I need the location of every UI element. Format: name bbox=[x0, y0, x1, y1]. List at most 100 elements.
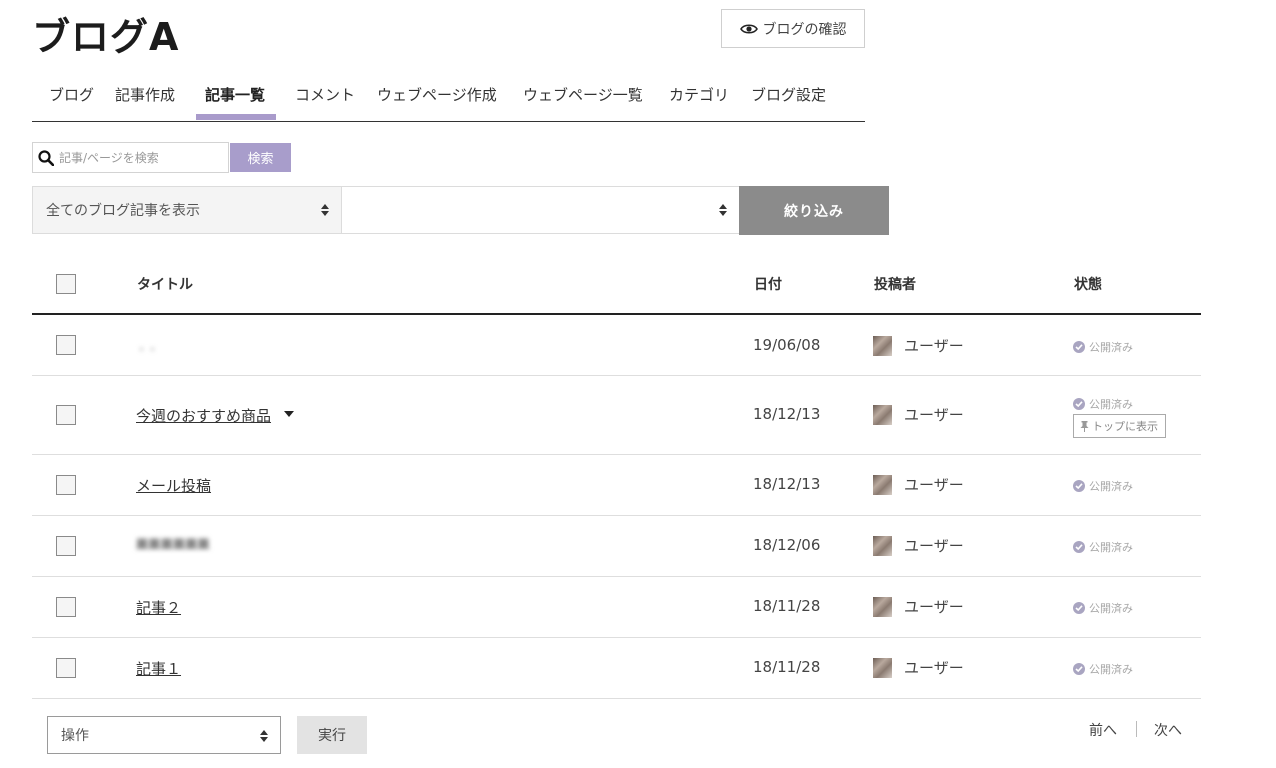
preview-blog-button[interactable]: ブログの確認 bbox=[721, 9, 865, 48]
avatar bbox=[873, 596, 892, 617]
author-name: ユーザー bbox=[904, 598, 964, 616]
row-checkbox[interactable] bbox=[56, 597, 76, 617]
post-date: 18/12/13 bbox=[753, 405, 821, 423]
status-label: 公開済み bbox=[1089, 398, 1133, 411]
post-title-link[interactable]: 記事２ bbox=[136, 597, 181, 618]
post-date: 18/12/13 bbox=[753, 475, 821, 493]
status-badge: 公開済み bbox=[1073, 661, 1133, 677]
prev-page-link[interactable]: 前へ bbox=[1089, 720, 1117, 740]
check-circle-icon bbox=[1073, 480, 1085, 492]
row-checkbox[interactable] bbox=[56, 335, 76, 355]
pin-label: トップに表示 bbox=[1092, 420, 1158, 433]
post-title-link[interactable]: ■■■■■■ bbox=[136, 536, 210, 551]
header-date: 日付 bbox=[754, 277, 782, 293]
status-badge: 公開済み bbox=[1073, 478, 1133, 494]
post-author: ユーザー bbox=[873, 596, 964, 617]
post-author: ユーザー bbox=[873, 404, 964, 425]
row-checkbox[interactable] bbox=[56, 405, 76, 425]
avatar bbox=[873, 474, 892, 495]
post-title-link[interactable]: 今週のおすすめ商品 bbox=[136, 405, 271, 426]
row-checkbox[interactable] bbox=[56, 475, 76, 495]
search-input[interactable] bbox=[59, 150, 219, 165]
active-tab-indicator bbox=[196, 114, 276, 120]
search-icon bbox=[33, 143, 59, 172]
avatar bbox=[873, 535, 892, 556]
post-author: ユーザー bbox=[873, 535, 964, 556]
avatar bbox=[873, 404, 892, 425]
preview-button-label: ブログの確認 bbox=[762, 21, 847, 38]
author-name: ユーザー bbox=[904, 406, 964, 424]
tab-categories[interactable]: カテゴリ bbox=[669, 76, 729, 121]
filter-button[interactable]: 絞り込み bbox=[739, 186, 889, 235]
status-label: 公開済み bbox=[1089, 480, 1133, 493]
post-title-link[interactable]: 記事１ bbox=[136, 658, 181, 679]
table-row: ■■■■■■ 18/12/06 ユーザー 公開済み bbox=[32, 516, 1201, 577]
post-date: 19/06/08 bbox=[753, 336, 821, 354]
post-filter-select-value: 全てのブログ記事を表示 bbox=[46, 203, 200, 219]
blog-title: ブログA bbox=[32, 15, 180, 59]
select-arrows-icon bbox=[321, 204, 329, 216]
check-circle-icon bbox=[1073, 663, 1085, 675]
tab-blog[interactable]: ブログ bbox=[49, 76, 94, 121]
table-row: 記事１ 18/11/28 ユーザー 公開済み bbox=[32, 638, 1201, 699]
author-name: ユーザー bbox=[904, 537, 964, 555]
status-label: 公開済み bbox=[1089, 602, 1133, 615]
check-circle-icon bbox=[1073, 602, 1085, 614]
status-badge: 公開済み bbox=[1073, 339, 1133, 355]
pager-divider bbox=[1136, 721, 1137, 737]
select-all-checkbox[interactable] bbox=[56, 274, 76, 294]
avatar bbox=[873, 335, 892, 356]
search-box bbox=[32, 142, 229, 173]
table-row: メール投稿 18/12/13 ユーザー 公開済み bbox=[32, 455, 1201, 516]
check-circle-icon bbox=[1073, 541, 1085, 553]
post-date: 18/11/28 bbox=[753, 658, 821, 676]
check-circle-icon bbox=[1073, 398, 1085, 410]
blog-nav-tabs: ブログ 記事作成 記事一覧 コメント ウェブページ作成 ウェブページ一覧 カテゴ… bbox=[32, 76, 865, 122]
table-row: ・・ 19/06/08 ユーザー 公開済み bbox=[32, 315, 1201, 376]
status-badge: 公開済み bbox=[1073, 600, 1133, 616]
author-name: ユーザー bbox=[904, 476, 964, 494]
pin-top-badge[interactable]: トップに表示 bbox=[1073, 414, 1166, 438]
pin-icon bbox=[1080, 420, 1089, 432]
tab-comments[interactable]: コメント bbox=[295, 76, 355, 121]
check-circle-icon bbox=[1073, 341, 1085, 353]
header-title: タイトル bbox=[137, 277, 193, 293]
row-checkbox[interactable] bbox=[56, 658, 76, 678]
header-status: 状態 bbox=[1074, 277, 1102, 293]
secondary-filter-select[interactable] bbox=[341, 186, 740, 234]
post-author: ユーザー bbox=[873, 335, 964, 356]
bulk-operation-select[interactable]: 操作 bbox=[47, 716, 281, 754]
caret-down-icon[interactable] bbox=[284, 411, 294, 417]
post-date: 18/11/28 bbox=[753, 597, 821, 615]
table-row: 記事２ 18/11/28 ユーザー 公開済み bbox=[32, 577, 1201, 638]
tab-create-webpage[interactable]: ウェブページ作成 bbox=[377, 76, 497, 121]
row-checkbox[interactable] bbox=[56, 536, 76, 556]
tab-webpage-list[interactable]: ウェブページ一覧 bbox=[523, 76, 643, 121]
select-arrows-icon bbox=[260, 730, 268, 742]
post-date: 18/12/06 bbox=[753, 536, 821, 554]
author-name: ユーザー bbox=[904, 337, 964, 355]
status-label: 公開済み bbox=[1089, 663, 1133, 676]
post-author: ユーザー bbox=[873, 657, 964, 678]
tab-blog-settings[interactable]: ブログ設定 bbox=[751, 76, 826, 121]
next-page-link[interactable]: 次へ bbox=[1154, 720, 1182, 740]
eye-icon bbox=[739, 23, 758, 34]
search-button[interactable]: 検索 bbox=[230, 143, 291, 172]
select-arrows-icon bbox=[719, 204, 727, 216]
execute-button[interactable]: 実行 bbox=[297, 716, 367, 754]
header-author: 投稿者 bbox=[874, 277, 916, 293]
author-name: ユーザー bbox=[904, 659, 964, 677]
status-label: 公開済み bbox=[1089, 341, 1133, 354]
table-row: 今週のおすすめ商品 18/12/13 ユーザー 公開済み トップに表示 bbox=[32, 376, 1201, 455]
tab-create-post[interactable]: 記事作成 bbox=[115, 76, 175, 121]
post-filter-select[interactable]: 全てのブログ記事を表示 bbox=[32, 186, 342, 234]
status-badge: 公開済み bbox=[1073, 539, 1133, 555]
post-author: ユーザー bbox=[873, 474, 964, 495]
post-table: タイトル 日付 投稿者 状態 ・・ 19/06/08 ユーザー 公開済み 今週の… bbox=[32, 254, 1201, 699]
post-title-text: 今週のおすすめ商品 bbox=[136, 407, 272, 425]
post-title-link[interactable]: ・・ bbox=[136, 341, 158, 357]
bulk-operation-value: 操作 bbox=[61, 728, 89, 744]
status-label: 公開済み bbox=[1089, 541, 1133, 554]
status-badge: 公開済み bbox=[1073, 396, 1133, 412]
post-title-link[interactable]: メール投稿 bbox=[136, 475, 211, 496]
